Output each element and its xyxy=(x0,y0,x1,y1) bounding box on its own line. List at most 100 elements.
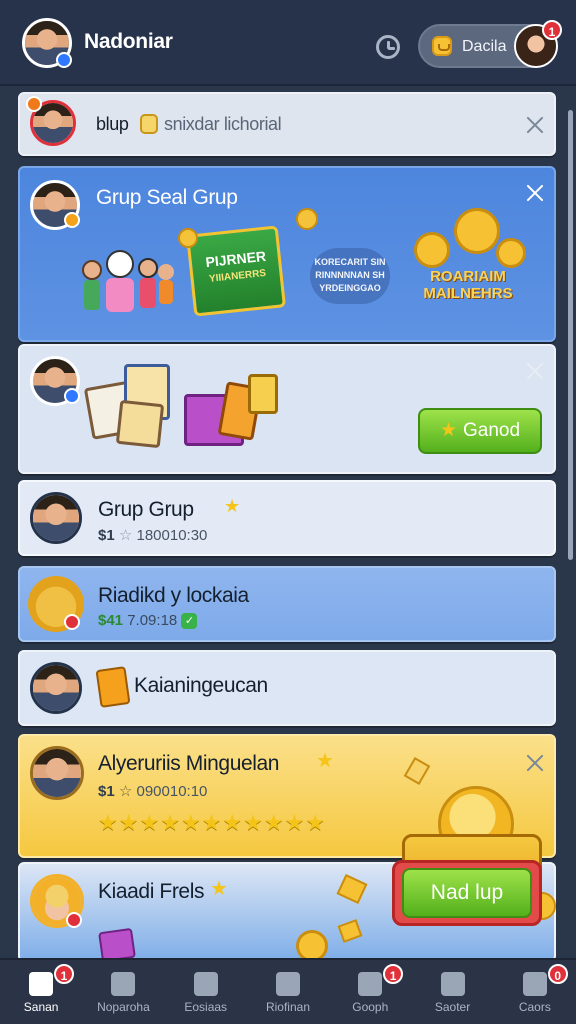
coin-icon xyxy=(178,228,198,248)
nav-label: Saoter xyxy=(434,1000,471,1014)
gold-coins-illustration xyxy=(414,204,544,324)
notification-badge: 0 xyxy=(547,964,568,984)
feed-card-4[interactable]: Grup Grup ★ $1 ☆ 180010:30 xyxy=(18,480,556,556)
card3-action-button[interactable]: ★ Ganod xyxy=(418,408,542,454)
picture-icon xyxy=(440,972,465,996)
nav-item-gooph[interactable]: Gooph 1 xyxy=(329,960,411,1024)
rating-star-icon: ★ xyxy=(98,810,119,835)
nav-label: Noparoha xyxy=(97,1000,150,1014)
star-outline-icon: ☆ xyxy=(118,527,133,544)
card-avatar[interactable] xyxy=(30,746,84,800)
feed-card-3[interactable]: ★ Ganod xyxy=(18,344,556,474)
card1-text-a: blup xyxy=(96,114,129,134)
list-icon xyxy=(111,972,136,996)
clock-icon[interactable] xyxy=(376,35,400,59)
nav-label: Caors xyxy=(518,1000,551,1014)
badge-icon xyxy=(66,912,82,928)
group-icon xyxy=(358,972,383,996)
top-header: Nadoniar Dacila 1 xyxy=(0,0,576,86)
card7-meta: $1 ☆ 090010:10 xyxy=(98,782,207,800)
card2-title: Grup Seal Grup xyxy=(96,186,238,209)
card4-title: Grup Grup xyxy=(98,498,194,521)
star-icon: ★ xyxy=(316,750,334,772)
verified-badge-icon xyxy=(56,52,72,68)
card7-title: Alyeruriis Minguelan xyxy=(98,752,280,775)
cards-illustration xyxy=(83,362,178,452)
card4-meta: $1 ☆ 180010:30 xyxy=(98,526,207,544)
star-icon: ★ xyxy=(224,496,241,516)
friends-icon xyxy=(522,972,547,996)
rating-star-icon: ★ xyxy=(201,810,223,835)
card1-text-b: snixdar lichorial xyxy=(164,114,282,134)
coin-icon xyxy=(296,930,328,958)
card8-action-button[interactable]: Nad lup xyxy=(402,868,532,918)
nav-item-noparoha[interactable]: Noparoha xyxy=(82,960,164,1024)
feed-card-5[interactable]: Riadikd y lockaia $41 7.09:18 ✓ xyxy=(18,566,556,642)
verified-badge-icon xyxy=(64,388,80,404)
nav-label: Sanan xyxy=(23,1000,59,1014)
card4-price: $1 xyxy=(98,527,115,544)
card8-title: Kiaadi Frels xyxy=(98,880,205,903)
gift-box-illustration xyxy=(184,370,284,450)
nav-item-eosiaas[interactable]: Eosiaas xyxy=(165,960,247,1024)
flame-icon xyxy=(26,96,42,112)
feed-card-1[interactable]: blup snixdar lichorial xyxy=(18,92,556,156)
promo-sign: PIJRNER YIIIANERRS xyxy=(185,225,287,317)
promo-mid-circle: KORECARIT SINRINNNNNAN SHYRDEINGGAO xyxy=(310,248,390,304)
nav-label: Eosiaas xyxy=(184,1000,228,1014)
badge-icon xyxy=(64,212,80,228)
rating-stars: ★★★★★★★★★★★ xyxy=(98,810,326,836)
nav-label: Gooph xyxy=(352,1000,389,1014)
close-icon[interactable] xyxy=(524,360,546,382)
home-icon xyxy=(29,972,54,996)
kids-illustration xyxy=(82,248,174,320)
card-avatar[interactable] xyxy=(30,492,82,544)
feed[interactable]: blup snixdar lichorial Grup Seal Grup PI… xyxy=(0,88,576,958)
notification-badge: 1 xyxy=(54,964,74,984)
card6-title: Kaianingeucan xyxy=(134,674,268,697)
promo-mid-text: KORECARIT SINRINNNNNAN SHYRDEINGGAO xyxy=(314,257,386,293)
notification-badge: 1 xyxy=(383,964,404,984)
star-icon: ★ xyxy=(439,420,457,441)
close-icon[interactable] xyxy=(524,182,546,204)
badge-icon xyxy=(64,614,80,630)
star-icon: ★ xyxy=(210,878,228,900)
nav-item-saoter[interactable]: Saoter xyxy=(411,960,493,1024)
chat-icon xyxy=(275,972,300,996)
coin-icon xyxy=(296,208,318,230)
rating-star-icon: ★ xyxy=(243,810,264,835)
trophy-icon xyxy=(95,666,131,708)
rating-star-icon: ★ xyxy=(139,810,161,835)
coin-icon xyxy=(432,36,452,56)
rating-star-icon: ★ xyxy=(305,810,327,835)
nav-label: Riofinan xyxy=(265,1000,310,1014)
nav-item-riofinan[interactable]: Riofinan xyxy=(247,960,329,1024)
card7-price: $1 xyxy=(98,783,115,800)
feed-scrollbar[interactable] xyxy=(568,110,573,560)
card7-time: 090010:10 xyxy=(136,783,208,800)
feed-card-2[interactable]: Grup Seal Grup PIJRNER YIIIANERRS KORECA… xyxy=(18,166,556,342)
card-avatar[interactable] xyxy=(30,662,82,714)
rating-star-icon: ★ xyxy=(118,810,140,835)
gift-icon xyxy=(98,927,136,958)
rating-star-icon: ★ xyxy=(263,810,285,835)
coin-balance-label: Dacila xyxy=(462,38,507,55)
notification-badge: 1 xyxy=(542,20,562,40)
feed-card-6[interactable]: Kaianingeucan xyxy=(18,650,556,726)
bottom-nav: Sanan 1 Noparoha Eosiaas Riofinan Gooph 1 Saote… xyxy=(0,958,576,1024)
promo-badge-text: ROARIAIM MAILNEHRS xyxy=(423,268,513,302)
rating-star-icon: ★ xyxy=(180,810,202,835)
check-icon: ✓ xyxy=(181,613,198,630)
close-icon[interactable] xyxy=(524,752,546,774)
card4-time: 180010:30 xyxy=(136,527,208,544)
card5-time: 7.09:18 xyxy=(127,612,178,629)
nav-item-sanan[interactable]: Sanan 1 xyxy=(0,960,82,1024)
card3-action-label: Ganod xyxy=(463,420,521,441)
user-name: Nadoniar xyxy=(84,30,173,53)
rating-star-icon: ★ xyxy=(222,810,244,835)
nav-item-caors[interactable]: Caors 0 xyxy=(494,960,576,1024)
coin-icon xyxy=(140,114,158,134)
rating-star-icon: ★ xyxy=(160,810,181,835)
card5-title: Riadikd y lockaia xyxy=(98,584,249,607)
close-icon[interactable] xyxy=(524,114,546,136)
